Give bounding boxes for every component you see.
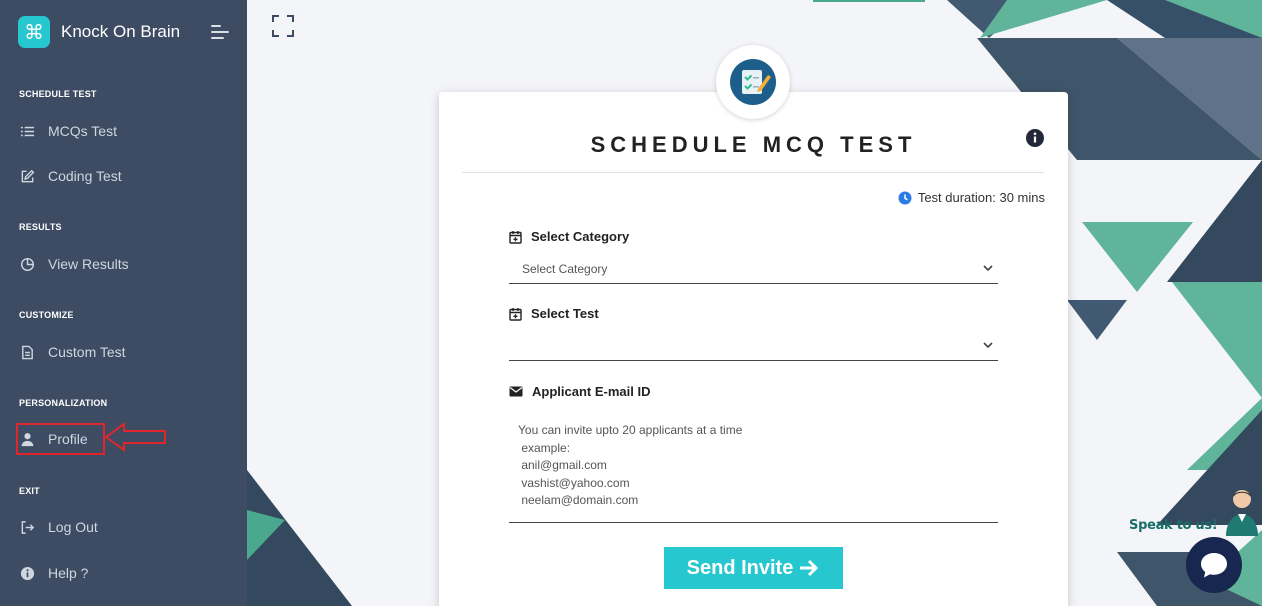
pie-chart-icon <box>19 256 35 272</box>
app-name: Knock On Brain <box>61 22 181 41</box>
fullscreen-icon[interactable] <box>272 15 294 37</box>
chat-button[interactable] <box>1186 537 1242 593</box>
title-divider <box>462 172 1044 173</box>
section-title-schedule-test: SCHEDULE TEST <box>19 89 97 99</box>
send-invite-button[interactable]: Send Invite <box>664 547 843 589</box>
sidebar-item-custom-test[interactable]: Custom Test <box>19 338 126 366</box>
sidebar-item-label: Help ? <box>48 565 89 581</box>
annotation-highlight-box <box>16 423 105 455</box>
sidebar-item-label: Custom Test <box>48 344 126 360</box>
clock-icon <box>898 191 912 204</box>
section-title-results: RESULTS <box>19 222 62 232</box>
sidebar-item-coding-test[interactable]: Coding Test <box>19 162 122 190</box>
test-checklist-icon <box>730 59 776 105</box>
speak-to-us-text[interactable]: Speak to us! <box>1129 518 1218 533</box>
category-label-text: Select Category <box>531 229 630 244</box>
category-label: Select Category <box>509 229 629 244</box>
email-placeholder-line: anil@gmail.com <box>518 458 607 472</box>
test-duration: Test duration: 30 mins <box>898 190 1045 205</box>
menu-toggle-icon[interactable] <box>211 25 229 39</box>
test-select[interactable] <box>509 331 998 361</box>
schedule-form-card: SCHEDULE MCQ TEST Test duration: 30 mins… <box>439 92 1068 606</box>
test-label: Select Test <box>509 306 599 321</box>
sidebar-item-view-results[interactable]: View Results <box>19 250 129 278</box>
category-select-value: Select Category <box>522 262 608 276</box>
annotation-arrow-icon <box>104 422 166 452</box>
calendar-plus-icon <box>509 307 522 321</box>
sidebar-item-label: Log Out <box>48 519 98 535</box>
command-logo-icon: ⌘ <box>18 16 50 48</box>
test-label-text: Select Test <box>531 306 599 321</box>
email-placeholder-line: neelam@domain.com <box>518 493 639 507</box>
test-logo <box>716 45 790 119</box>
envelope-icon <box>509 386 523 397</box>
info-circle-icon <box>19 565 35 581</box>
section-title-personalization: PERSONALIZATION <box>19 398 108 408</box>
info-icon[interactable] <box>1025 128 1045 148</box>
sidebar-item-log-out[interactable]: Log Out <box>19 513 98 541</box>
document-icon <box>19 344 35 360</box>
email-placeholder-line: vashist@yahoo.com <box>518 475 630 490</box>
sidebar-item-label: View Results <box>48 256 129 272</box>
section-title-customize: CUSTOMIZE <box>19 310 74 320</box>
sidebar: ⌘ Knock On Brain SCHEDULE TEST MCQs Test… <box>0 0 247 606</box>
section-title-exit: EXIT <box>19 486 40 496</box>
chevron-down-icon <box>983 342 993 349</box>
email-placeholder-line: You can invite upto 20 applicants at a t… <box>518 423 743 437</box>
support-agent-avatar <box>1226 490 1258 536</box>
calendar-plus-icon <box>509 230 522 244</box>
sidebar-item-label: Coding Test <box>48 168 122 184</box>
send-invite-label: Send Invite <box>686 556 794 579</box>
edit-icon <box>19 168 35 184</box>
logout-icon <box>19 519 35 535</box>
arrow-right-icon <box>800 559 819 577</box>
email-textarea[interactable]: You can invite upto 20 applicants at a t… <box>509 422 998 523</box>
test-duration-text: Test duration: 30 mins <box>917 190 1045 205</box>
sidebar-item-label: MCQs Test <box>48 123 117 139</box>
page-title: SCHEDULE MCQ TEST <box>590 132 917 157</box>
email-label-text: Applicant E-mail ID <box>532 384 651 399</box>
chevron-down-icon <box>983 265 993 272</box>
sidebar-item-help[interactable]: Help ? <box>19 559 88 587</box>
category-select[interactable]: Select Category <box>509 254 998 284</box>
brand[interactable]: ⌘ Knock On Brain <box>18 15 180 49</box>
email-placeholder-line: example: <box>518 440 571 455</box>
chat-bubble-icon <box>1201 553 1227 578</box>
email-label: Applicant E-mail ID <box>509 384 650 399</box>
sidebar-item-mcqs-test[interactable]: MCQs Test <box>19 117 117 145</box>
list-icon <box>19 123 35 139</box>
